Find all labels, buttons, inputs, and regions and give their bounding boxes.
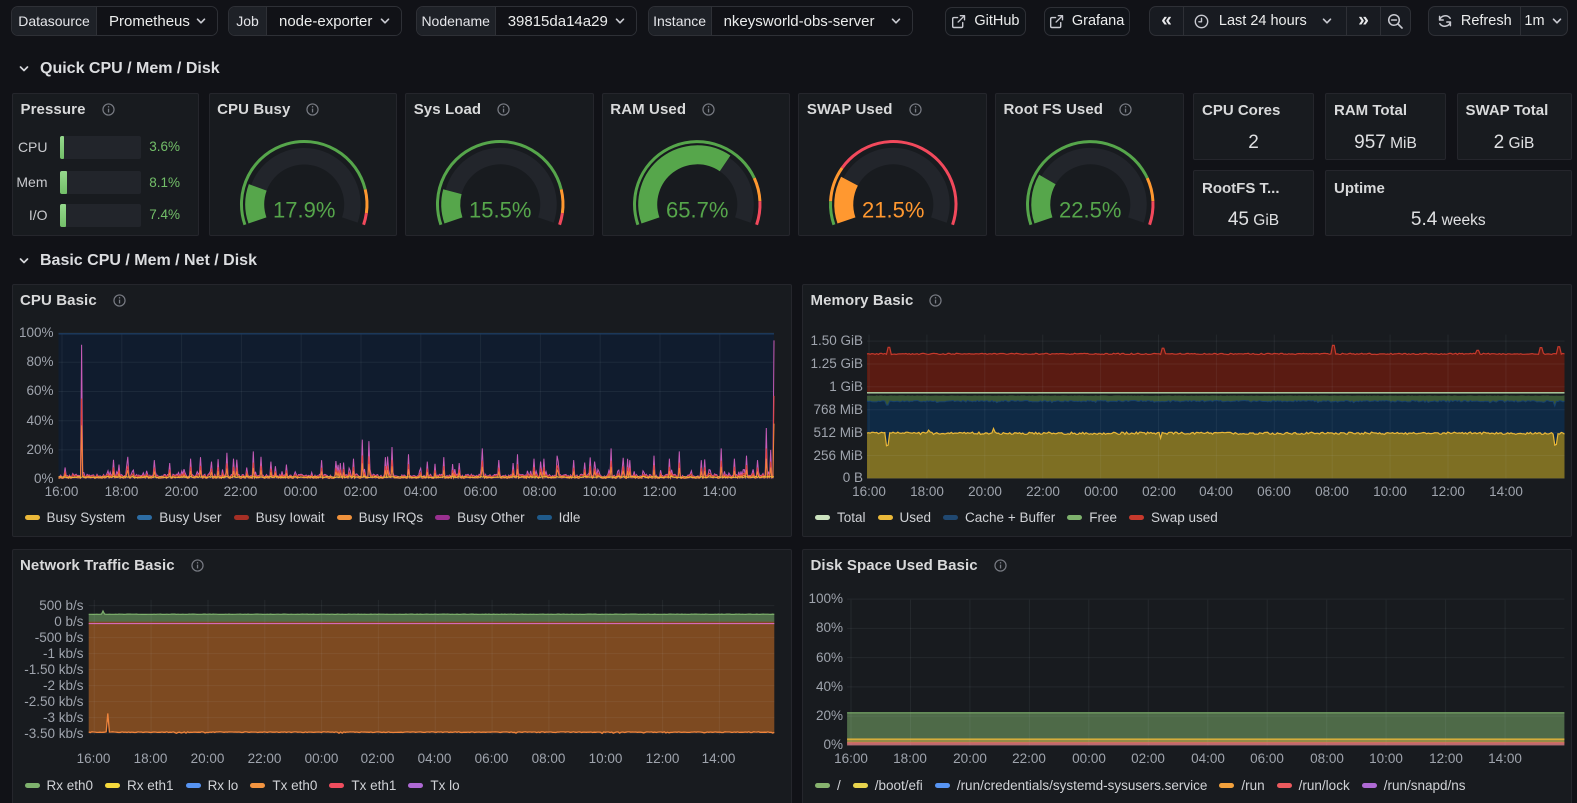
svg-text:17.9%: 17.9% xyxy=(273,197,335,222)
svg-text:15.5%: 15.5% xyxy=(469,197,531,222)
svg-text:65.7%: 65.7% xyxy=(666,197,728,222)
svg-text:21.5%: 21.5% xyxy=(862,197,924,222)
svg-text:22.5%: 22.5% xyxy=(1059,197,1121,222)
